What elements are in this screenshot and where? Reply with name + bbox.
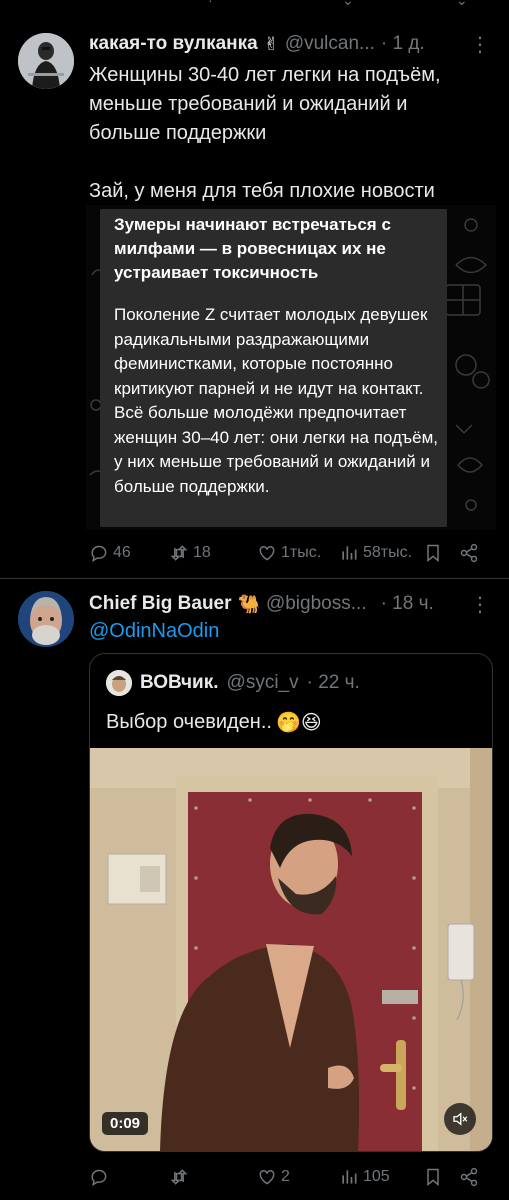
views-icon: [342, 1170, 357, 1184]
quote-avatar: [106, 670, 132, 696]
share-icon: [460, 543, 478, 563]
avatar[interactable]: [18, 591, 74, 647]
bookmark-icon: [427, 544, 439, 563]
views-icon: [342, 546, 357, 560]
reply-button[interactable]: [89, 1167, 169, 1187]
action-bar: 2 105: [89, 1164, 489, 1190]
timestamp[interactable]: · 18 ч.: [381, 593, 434, 615]
timestamp[interactable]: · 1 д.: [381, 33, 425, 55]
views-count: 58тыс.: [363, 544, 413, 561]
divider: [0, 578, 509, 579]
handle[interactable]: @vulcan...: [285, 33, 375, 55]
tweet-text-line: больше поддержки: [89, 122, 267, 144]
quote-handle[interactable]: @syci_v: [227, 672, 299, 694]
like-count: 2: [281, 1168, 290, 1185]
quote-display-name[interactable]: ВОВчик.: [140, 672, 219, 694]
quoted-news-image[interactable]: Зумеры начинают встречаться с милфами — …: [100, 209, 447, 527]
display-name[interactable]: Chief Big Bauer: [89, 593, 232, 615]
repost-button[interactable]: 18: [169, 543, 257, 563]
handle[interactable]: @bigboss...: [266, 593, 367, 615]
repost-button[interactable]: [169, 1167, 257, 1187]
video-duration: 0:09: [102, 1112, 149, 1135]
quote-timestamp: · 22 ч.: [306, 672, 360, 693]
like-icon: [259, 545, 275, 561]
more-icon[interactable]: ⋮: [470, 32, 490, 57]
tweet-text-line: Женщины 30-40 лет легки на подъём,: [89, 64, 441, 86]
tweet-text-line: Зай, у меня для тебя плохие новости: [89, 180, 435, 202]
mute-button[interactable]: [444, 1103, 476, 1135]
reply-icon: [91, 1169, 107, 1187]
mute-icon: [453, 1112, 468, 1126]
tweet-text-line: меньше требований и ожиданий и: [89, 93, 408, 115]
more-icon[interactable]: ⋮: [470, 592, 490, 617]
share-button[interactable]: [459, 1167, 479, 1187]
reply-icon: [91, 545, 107, 563]
tweet-header: Chief Big Bauer 🐫 @bigboss... · 18 ч.: [89, 589, 489, 619]
news-title: Зумеры начинают встречаться с милфами — …: [114, 215, 391, 282]
views-button[interactable]: 58тыс.: [339, 543, 423, 563]
video-player[interactable]: 0:09: [90, 748, 492, 1151]
bookmark-icon: [427, 1168, 439, 1187]
quote-emoji: 🤭😆: [275, 712, 322, 734]
share-icon: [460, 1167, 478, 1187]
video-frame: [90, 748, 492, 1151]
verified-hand-emoji: ✌: [263, 33, 279, 54]
avatar[interactable]: [18, 33, 74, 89]
top-cutoff-bar: · ⌄ ⌄: [208, 0, 468, 8]
repost-icon: [170, 1169, 188, 1185]
tweet-header: какая-то вулканка ✌ @vulcan... · 1 д.: [89, 29, 489, 59]
repost-icon: [170, 545, 188, 561]
views-button[interactable]: 105: [339, 1167, 423, 1187]
quote-text: Выбор очевиден.. 🤭😆: [106, 710, 322, 735]
bookmark-button[interactable]: [423, 1167, 459, 1187]
action-bar: 46 18 1тыс. 58тыс.: [89, 540, 489, 566]
quote-header: ВОВчик. @syci_v · 22 ч.: [106, 670, 360, 696]
news-body: Поколение Z считает молодых девушек ради…: [114, 305, 439, 496]
camel-emoji: 🐫: [237, 593, 260, 614]
display-name[interactable]: какая-то вулканка: [89, 33, 258, 55]
share-button[interactable]: [459, 543, 479, 563]
views-count: 105: [363, 1168, 390, 1185]
tweet-text: Женщины 30-40 лет легки на подъём, меньш…: [89, 61, 441, 206]
bookmark-button[interactable]: [423, 543, 459, 563]
mention-link[interactable]: @OdinNaOdin: [89, 617, 219, 646]
like-button[interactable]: 1тыс.: [257, 543, 339, 563]
quoted-tweet[interactable]: ВОВчик. @syci_v · 22 ч. Выбор очевиден..…: [89, 653, 493, 1152]
like-count: 1тыс.: [281, 544, 322, 561]
reply-count: 46: [113, 544, 131, 561]
quote-text-body: Выбор очевиден..: [106, 711, 272, 733]
reply-button[interactable]: 46: [89, 543, 169, 563]
like-button[interactable]: 2: [257, 1167, 339, 1187]
repost-count: 18: [193, 544, 211, 561]
like-icon: [259, 1169, 275, 1185]
